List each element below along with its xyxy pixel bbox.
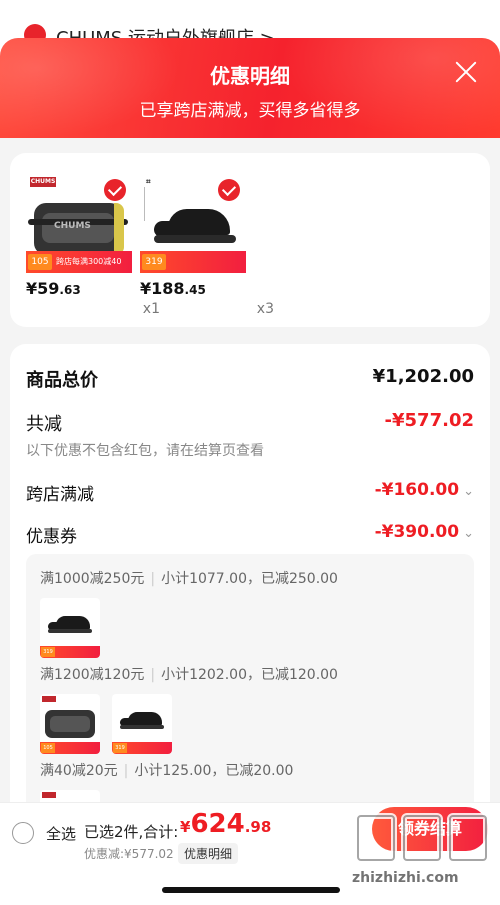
coupon-product-thumb[interactable]: 319 (112, 694, 172, 754)
promo-banner: 319 (140, 251, 246, 273)
total-price: ¥624.98 (180, 809, 272, 839)
discount-detail-sheet: 优惠明细 已享跨店满减，买得多省得多 CHUMS CHUMS 105 跨店每满3… (0, 38, 500, 905)
product-image: CHUMS CHUMS 105 跨店每满300减40 (26, 173, 132, 273)
reduce-label: 共减 (26, 414, 62, 435)
bag-brand-text: CHUMS (54, 221, 91, 231)
discount-detail-button[interactable]: 优惠明细 (178, 843, 239, 864)
sheet-title: 优惠明细 (210, 64, 290, 88)
discount-amount: 优惠减:¥577.02 (84, 847, 174, 861)
ua-logo-icon: ⌗ (146, 177, 151, 186)
watermark-logo (355, 813, 489, 863)
home-indicator[interactable] (162, 887, 340, 893)
product-quantity: x3 (256, 301, 274, 317)
selected-count: 已选2件,合计: (84, 823, 179, 841)
coupon-product-thumb[interactable]: 319 (40, 598, 100, 658)
coupon-product-thumb[interactable]: 105 (40, 694, 100, 754)
watermark-text: zhizhizhi.com (352, 870, 459, 886)
coupon-value: -¥390.00 ⌄ (374, 522, 474, 542)
chevron-down-icon: ⌄ (463, 526, 474, 541)
chevron-down-icon: ⌄ (463, 484, 474, 499)
promo-price: 105 (28, 254, 52, 270)
product-price: ¥59.63 (26, 279, 81, 298)
coupon-line: 满40减20元 | 小计125.00，已减20.00 (40, 763, 294, 779)
coupon-row[interactable]: 优惠券 -¥390.00 ⌄ (26, 522, 474, 547)
select-all-radio[interactable] (12, 822, 34, 844)
product-card: CHUMS CHUMS 105 跨店每满300减40 ¥59.63 x1 ⌗ 3… (10, 153, 490, 327)
sheet-header: 优惠明细 已享跨店满减，买得多省得多 (0, 38, 500, 138)
close-icon[interactable] (452, 58, 480, 86)
product-selected-icon[interactable] (104, 179, 126, 201)
coupon-line: 满1000减250元 | 小计1077.00，已减250.00 (40, 571, 338, 587)
total-row: 商品总价 ¥1,202.00 (26, 366, 474, 392)
reduce-row: 共减 -¥577.02 (26, 410, 474, 436)
discount-note: 以下优惠不包含红包，请在结算页查看 (26, 443, 264, 459)
product-image: ⌗ 319 (140, 173, 246, 273)
cross-store-value: -¥160.00 ⌄ (374, 480, 474, 500)
total-value: ¥1,202.00 (372, 366, 474, 387)
total-label: 商品总价 (26, 370, 98, 391)
cross-store-label: 跨店满减 (26, 485, 94, 505)
product-item[interactable]: ⌗ 319 ¥188.45 x3 (140, 173, 274, 317)
reduce-value: -¥577.02 (384, 410, 474, 431)
sheet-subtitle: 已享跨店满减，买得多省得多 (139, 101, 361, 121)
shoe-image (154, 209, 240, 245)
coupon-label: 优惠券 (26, 527, 77, 547)
product-selected-icon[interactable] (218, 179, 240, 201)
promo-banner: 105 跨店每满300减40 (26, 251, 132, 273)
promo-text: 跨店每满300减40 (56, 257, 122, 266)
product-price: ¥188.45 (140, 279, 206, 298)
brand-logo: CHUMS (30, 177, 56, 187)
select-all-label[interactable]: 全选 (46, 823, 76, 844)
coupon-line: 满1200减120元 | 小计1202.00，已减120.00 (40, 667, 338, 683)
product-item[interactable]: CHUMS CHUMS 105 跨店每满300减40 ¥59.63 x1 (26, 173, 160, 317)
cross-store-row[interactable]: 跨店满减 -¥160.00 ⌄ (26, 480, 474, 505)
bag-image: CHUMS (28, 203, 128, 255)
product-quantity: x1 (142, 301, 160, 317)
promo-price: 319 (142, 254, 166, 270)
